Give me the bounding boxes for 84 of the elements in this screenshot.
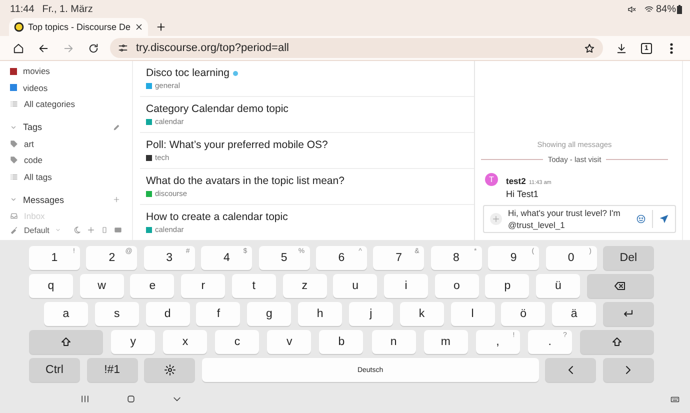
keyboard-key[interactable]: m (424, 330, 468, 354)
shift-icon (610, 336, 623, 348)
topic-title[interactable]: Category Calendar demo topic (146, 103, 288, 115)
keyboard-key[interactable]: b (319, 330, 364, 354)
keyboard-key[interactable]: a (44, 302, 88, 326)
mute-icon (626, 4, 636, 14)
keyboard-key[interactable]: o (434, 274, 479, 298)
list-icon (10, 100, 18, 108)
keyboard-key[interactable]: ü (536, 274, 580, 298)
keyboard-key[interactable]: !#1 (86, 358, 138, 382)
recents-icon[interactable] (80, 394, 90, 404)
keyboard-key[interactable]: q (29, 274, 73, 298)
sidebar-link[interactable]: code (24, 155, 42, 166)
keyboard-key[interactable]: c (215, 330, 260, 354)
tune-icon[interactable] (118, 43, 128, 53)
moon-icon[interactable] (73, 226, 82, 234)
keyboard-key[interactable]: x (163, 330, 208, 354)
topic-title[interactable]: Disco toc learning (146, 67, 230, 79)
wifi-icon (644, 4, 654, 14)
keyboard-key[interactable]: y (111, 330, 156, 354)
shift-icon (60, 336, 72, 348)
keyboard-key[interactable]: ä (552, 302, 596, 326)
brush-icon[interactable] (10, 226, 18, 234)
topic-title[interactable]: How to create a calendar topic (146, 211, 288, 223)
keyboard-key[interactable]: i (384, 274, 428, 298)
star-icon[interactable] (584, 42, 595, 54)
battery-icon (677, 4, 682, 14)
backspace-icon (614, 280, 626, 292)
keyboard-key[interactable]: j (348, 302, 393, 326)
keyboard-key[interactable]: t (232, 274, 276, 298)
keyboard-key[interactable]: n (372, 330, 416, 354)
keyboard-key[interactable]: d (146, 302, 190, 326)
keyboard-key[interactable]: k (400, 302, 444, 326)
keyboard-key[interactable]: z (282, 274, 327, 298)
username[interactable]: test2 (506, 176, 526, 186)
home-icon[interactable] (13, 42, 24, 54)
theme-selector[interactable]: Default (24, 226, 50, 234)
topic-title[interactable]: What do the avatars in the topic list mean? (146, 175, 344, 187)
keyboard-key[interactable]: g (247, 302, 292, 326)
close-icon[interactable] (134, 23, 143, 31)
browser-tab[interactable]: Top topics - Discourse De (9, 18, 148, 36)
sidebar-link[interactable]: videos (23, 82, 48, 93)
sidebar-link[interactable]: All tags (24, 172, 52, 182)
keyboard-key[interactable]: w (80, 274, 124, 298)
download-icon[interactable] (616, 42, 627, 54)
keyboard-key[interactable]: e (130, 274, 174, 298)
clock-time: 11:44 (10, 4, 34, 14)
section-heading[interactable]: Tags (23, 122, 107, 132)
sidebar-link[interactable]: art (24, 138, 34, 149)
keyboard-key[interactable]: Del (602, 246, 654, 270)
keyboard-key[interactable]: v (267, 330, 312, 354)
plus-icon[interactable] (156, 22, 166, 32)
chevron-icon[interactable] (10, 196, 17, 203)
caret-icon (55, 227, 62, 233)
battery-percent: 84% (656, 4, 676, 14)
home-button-icon[interactable] (126, 394, 136, 404)
keyboard-key[interactable]: ö (501, 302, 546, 326)
keyboard-key[interactable]: p (485, 274, 530, 298)
back-arrow-icon[interactable] (38, 42, 49, 54)
backspace-key[interactable] (586, 274, 654, 298)
message-text: Hi Test1 (506, 189, 540, 199)
list-icon (10, 172, 18, 181)
keyboard-key[interactable]: s (94, 302, 139, 326)
sidebar-link[interactable]: All categories (24, 99, 76, 110)
keyboard-key[interactable]: f (196, 302, 240, 326)
pencil-icon[interactable] (113, 124, 120, 130)
chevron-icon[interactable] (10, 124, 17, 130)
keyboard-key[interactable]: l (450, 302, 494, 326)
address-bar[interactable]: try.discourse.org/top?period=all (110, 38, 603, 58)
section-heading[interactable]: Messages (23, 194, 107, 204)
date-text: Fr., 1. März (42, 4, 93, 14)
user-avatar: T (485, 173, 498, 186)
more-menu-icon[interactable] (670, 42, 673, 54)
keyboard-key[interactable]: h (298, 302, 342, 326)
keyboard-icon[interactable] (670, 395, 680, 404)
card-icon[interactable] (114, 226, 122, 234)
keyboard-key[interactable]: Ctrl (29, 358, 80, 382)
inbox-icon (10, 212, 18, 220)
keyboard-key[interactable]: r (181, 274, 226, 298)
topic-title[interactable]: Poll: What’s your preferred mobile OS? (146, 139, 328, 151)
sidebar-link[interactable]: movies (23, 66, 50, 76)
reload-icon[interactable] (88, 42, 99, 54)
settings-key[interactable] (144, 358, 196, 382)
keyboard-key[interactable]: u (333, 274, 378, 298)
